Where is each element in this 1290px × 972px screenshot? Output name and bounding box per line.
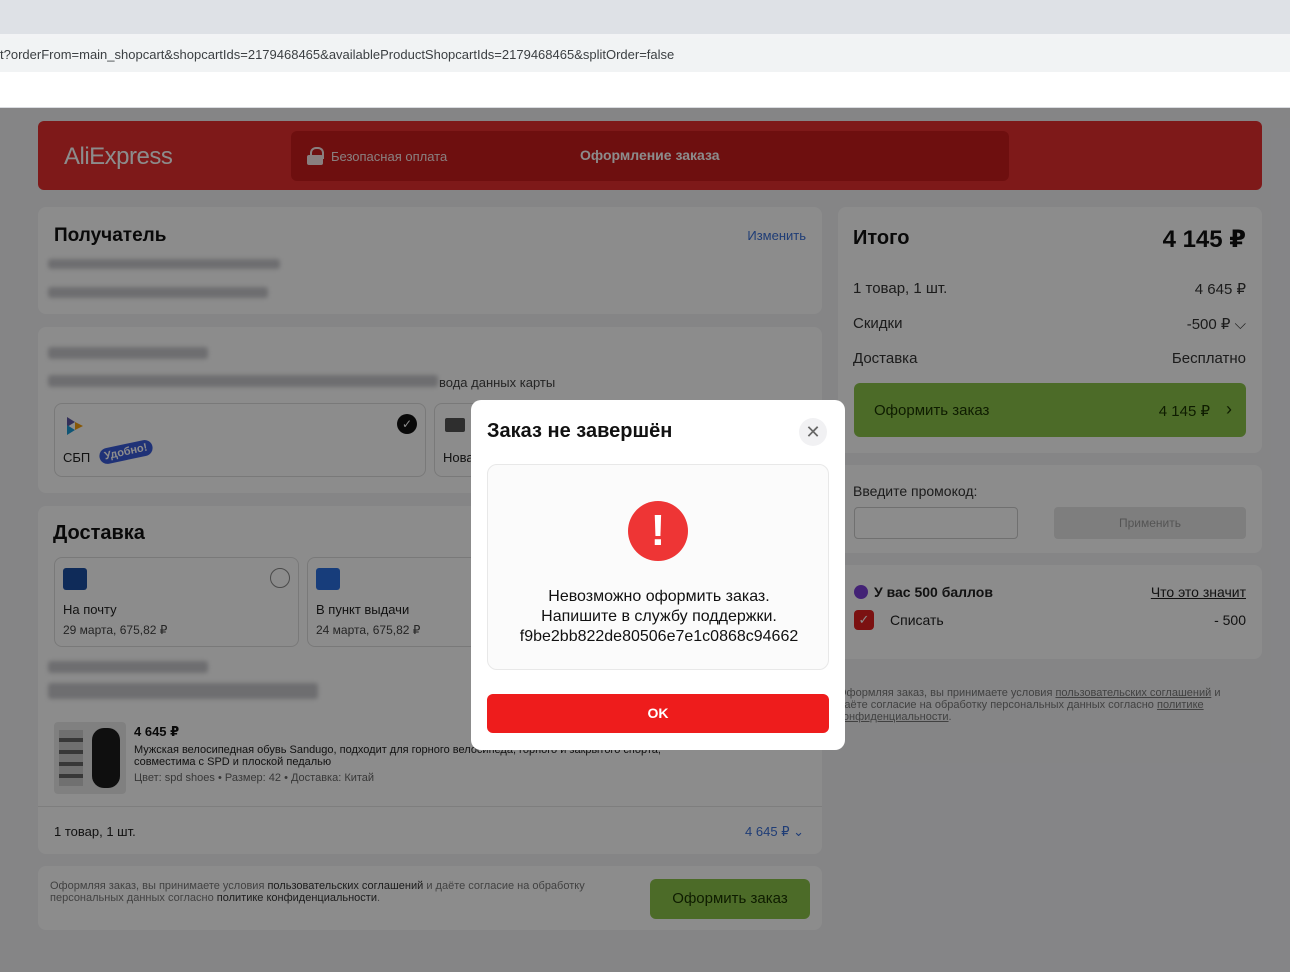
dialog-message-box: ! Невозможно оформить заказ. Напишите в … bbox=[487, 464, 829, 670]
dialog-message-line1: Невозможно оформить заказ. bbox=[548, 588, 770, 605]
bookmarks-bar bbox=[0, 72, 1290, 108]
close-icon[interactable]: ✕ bbox=[799, 418, 827, 446]
dialog-error-code: f9be2bb822de80506e7e1c0868c94662 bbox=[519, 628, 799, 645]
dialog-title: Заказ не завершён bbox=[487, 420, 673, 442]
dialog-message-line2: Напишите в службу поддержки. bbox=[541, 608, 777, 625]
dialog-message: Невозможно оформить заказ. Напишите в сл… bbox=[488, 587, 830, 647]
exclamation-icon: ! bbox=[628, 501, 688, 561]
ok-button[interactable]: OK bbox=[487, 694, 829, 733]
browser-tab-bar bbox=[0, 0, 1290, 34]
error-dialog: Заказ не завершён ✕ ! Невозможно оформит… bbox=[471, 400, 845, 750]
url-text: t?orderFrom=main_shopcart&shopcartIds=21… bbox=[0, 47, 675, 62]
address-bar[interactable]: t?orderFrom=main_shopcart&shopcartIds=21… bbox=[0, 38, 1290, 72]
